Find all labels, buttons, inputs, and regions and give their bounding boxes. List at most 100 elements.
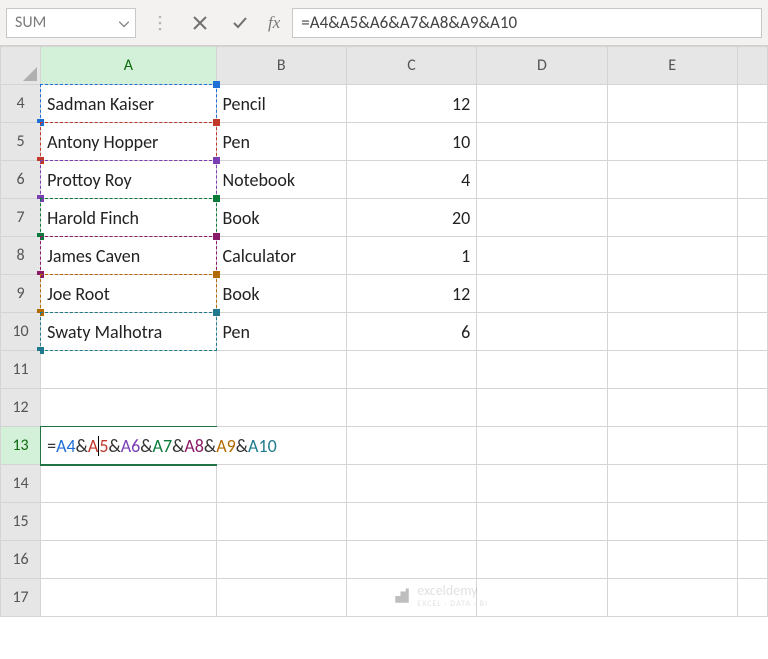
cell-B14[interactable]: [216, 465, 346, 503]
col-header-f[interactable]: [737, 47, 767, 85]
cell-C7[interactable]: 20: [346, 199, 476, 237]
cell-C10[interactable]: 6: [346, 313, 476, 351]
cell-E7[interactable]: [607, 199, 737, 237]
cell-F15[interactable]: [737, 503, 767, 541]
cell-F6[interactable]: [737, 161, 767, 199]
col-header-b[interactable]: B: [216, 47, 346, 85]
cell-A7[interactable]: Harold Finch: [41, 199, 216, 237]
cell-F10[interactable]: [737, 313, 767, 351]
row-header-13[interactable]: 13: [1, 427, 41, 465]
select-all-corner[interactable]: [1, 47, 41, 85]
cell-F4[interactable]: [737, 85, 767, 123]
cell-D10[interactable]: [477, 313, 607, 351]
cell-D15[interactable]: [477, 503, 607, 541]
cell-C11[interactable]: [346, 351, 476, 389]
cell-D17[interactable]: [477, 579, 607, 617]
cell-E17[interactable]: [607, 579, 737, 617]
formula-input[interactable]: =A4&A5&A6&A7&A8&A9&A10: [292, 8, 762, 38]
cell-E15[interactable]: [607, 503, 737, 541]
cell-C16[interactable]: [346, 541, 476, 579]
cell-F9[interactable]: [737, 275, 767, 313]
row-header-10[interactable]: 10: [1, 313, 41, 351]
cell-B12[interactable]: [216, 389, 346, 427]
cell-D16[interactable]: [477, 541, 607, 579]
row-header-8[interactable]: 8: [1, 237, 41, 275]
cell-D13[interactable]: [477, 427, 607, 465]
cell-C8[interactable]: 1: [346, 237, 476, 275]
cell-E11[interactable]: [607, 351, 737, 389]
cell-D5[interactable]: [477, 123, 607, 161]
row-header-5[interactable]: 5: [1, 123, 41, 161]
row-header-11[interactable]: 11: [1, 351, 41, 389]
cell-D8[interactable]: [477, 237, 607, 275]
cell-D12[interactable]: [477, 389, 607, 427]
cell-C6[interactable]: 4: [346, 161, 476, 199]
row-header-9[interactable]: 9: [1, 275, 41, 313]
cell-B9[interactable]: Book: [216, 275, 346, 313]
cell-E12[interactable]: [607, 389, 737, 427]
cell-B15[interactable]: [216, 503, 346, 541]
cell-A17[interactable]: [41, 579, 216, 617]
cell-F14[interactable]: [737, 465, 767, 503]
row-header-14[interactable]: 14: [1, 465, 41, 503]
cell-B7[interactable]: Book: [216, 199, 346, 237]
cell-A5[interactable]: Antony Hopper: [41, 123, 216, 161]
cell-F11[interactable]: [737, 351, 767, 389]
cell-B10[interactable]: Pen: [216, 313, 346, 351]
cell-D4[interactable]: [477, 85, 607, 123]
cell-E10[interactable]: [607, 313, 737, 351]
cell-B17[interactable]: [216, 579, 346, 617]
cell-B16[interactable]: [216, 541, 346, 579]
worksheet-grid[interactable]: A B C D E 4Sadman KaiserPencil125Antony …: [0, 46, 768, 659]
row-header-16[interactable]: 16: [1, 541, 41, 579]
cell-C12[interactable]: [346, 389, 476, 427]
col-header-a[interactable]: A: [41, 47, 216, 85]
cell-F12[interactable]: [737, 389, 767, 427]
cell-A13[interactable]: =A4&A5&A6&A7&A8&A9&A10: [41, 427, 216, 465]
cell-B5[interactable]: Pen: [216, 123, 346, 161]
cell-D7[interactable]: [477, 199, 607, 237]
col-header-c[interactable]: C: [346, 47, 476, 85]
cell-A14[interactable]: [41, 465, 216, 503]
cell-A11[interactable]: [41, 351, 216, 389]
cell-A15[interactable]: [41, 503, 216, 541]
cell-A16[interactable]: [41, 541, 216, 579]
cell-C13[interactable]: [346, 427, 476, 465]
cell-A6[interactable]: Prottoy Roy: [41, 161, 216, 199]
fx-button[interactable]: fx: [264, 13, 284, 33]
row-header-7[interactable]: 7: [1, 199, 41, 237]
cell-D11[interactable]: [477, 351, 607, 389]
cell-D9[interactable]: [477, 275, 607, 313]
cell-C17[interactable]: [346, 579, 476, 617]
cell-A12[interactable]: [41, 389, 216, 427]
name-box[interactable]: SUM: [6, 8, 136, 38]
cell-A4[interactable]: Sadman Kaiser: [41, 85, 216, 123]
row-header-6[interactable]: 6: [1, 161, 41, 199]
cell-A9[interactable]: Joe Root: [41, 275, 216, 313]
cell-F16[interactable]: [737, 541, 767, 579]
cell-B11[interactable]: [216, 351, 346, 389]
cell-C5[interactable]: 10: [346, 123, 476, 161]
cell-E16[interactable]: [607, 541, 737, 579]
col-header-d[interactable]: D: [477, 47, 607, 85]
row-header-12[interactable]: 12: [1, 389, 41, 427]
cell-E4[interactable]: [607, 85, 737, 123]
cell-C4[interactable]: 12: [346, 85, 476, 123]
cell-F7[interactable]: [737, 199, 767, 237]
cell-D6[interactable]: [477, 161, 607, 199]
row-header-4[interactable]: 4: [1, 85, 41, 123]
cell-A10[interactable]: Swaty Malhotra: [41, 313, 216, 351]
cell-E13[interactable]: [607, 427, 737, 465]
enter-button[interactable]: [224, 7, 256, 39]
cell-C9[interactable]: 12: [346, 275, 476, 313]
cancel-button[interactable]: [184, 7, 216, 39]
chevron-down-icon[interactable]: [119, 13, 129, 32]
row-header-15[interactable]: 15: [1, 503, 41, 541]
cell-C14[interactable]: [346, 465, 476, 503]
editing-formula[interactable]: =A4&A5&A6&A7&A8&A9&A10: [41, 427, 283, 464]
cell-F5[interactable]: [737, 123, 767, 161]
cell-E5[interactable]: [607, 123, 737, 161]
row-header-17[interactable]: 17: [1, 579, 41, 617]
cell-F17[interactable]: [737, 579, 767, 617]
cell-B8[interactable]: Calculator: [216, 237, 346, 275]
